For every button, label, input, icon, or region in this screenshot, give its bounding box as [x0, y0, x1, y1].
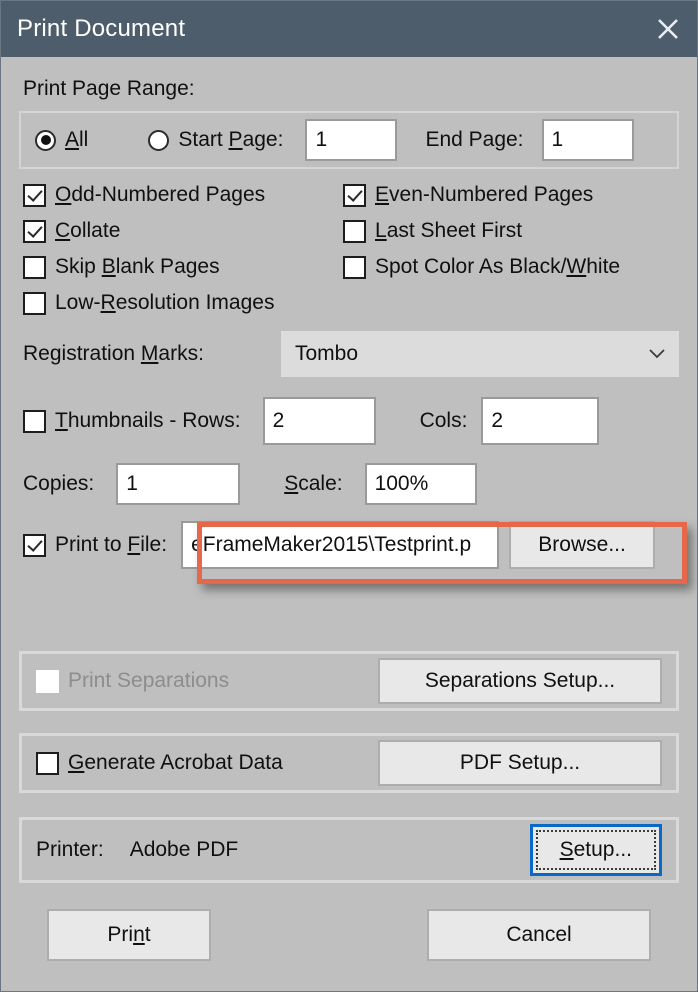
checkbox-acrobat-indicator	[36, 751, 59, 775]
print-options-grid: Odd-Numbered Pages Even-Numbered Pages C…	[19, 183, 679, 315]
checkbox-odd-numbered-pages[interactable]: Odd-Numbered Pages	[23, 183, 343, 207]
checkbox-collate-label: Collate	[55, 219, 121, 242]
acrobat-data-panel: Generate Acrobat Data PDF Setup...	[19, 733, 679, 793]
checkbox-acrobat-label: Generate Acrobat Data	[68, 751, 283, 774]
checkbox-collate-indicator	[23, 219, 46, 243]
checkbox-collate[interactable]: Collate	[23, 219, 343, 243]
printer-setup-label: Setup...	[535, 830, 656, 870]
cancel-button[interactable]: Cancel	[427, 909, 651, 961]
radio-all[interactable]: All	[35, 128, 88, 152]
printer-label: Printer:	[36, 838, 104, 861]
checkbox-even-label: Even-Numbered Pages	[375, 183, 594, 206]
separations-setup-button[interactable]: Separations Setup...	[378, 658, 662, 704]
page-title: Print Document	[17, 15, 186, 42]
registration-marks-value: Tombo	[295, 342, 359, 365]
thumbnails-cols-label: Cols:	[419, 409, 468, 432]
checkbox-print-separations-label: Print Separations	[68, 669, 230, 692]
printer-info: Printer: Adobe PDF	[36, 838, 238, 862]
print-button[interactable]: Pri n t	[47, 909, 211, 961]
thumbnails-cols-input[interactable]: 2	[481, 397, 600, 445]
radio-start-page[interactable]: Start Page:	[148, 128, 283, 152]
checkbox-last-sheet-indicator	[343, 219, 366, 243]
radio-all-indicator	[35, 129, 56, 151]
scale-label: Scale:	[284, 472, 343, 495]
thumbnails-rows-input[interactable]: 2	[262, 397, 376, 445]
close-icon-glyph	[658, 19, 678, 39]
checkbox-last-sheet-first[interactable]: Last Sheet First	[343, 219, 679, 243]
checkbox-thumbnails-label: Thumbnails - Rows:	[55, 409, 241, 432]
dialog-body: Print Page Range: All Start Page: 1 End …	[1, 77, 697, 961]
checkbox-odd-label: Odd-Numbered Pages	[55, 183, 266, 206]
checkbox-low-res-label: Low-Resolution Images	[55, 291, 275, 314]
printer-name: Adobe PDF	[129, 838, 239, 861]
copies-scale-row: Copies: 1 Scale: 100%	[19, 463, 679, 505]
checkbox-spot-color[interactable]: Spot Color As Black/White	[343, 255, 679, 279]
scale-input[interactable]: 100%	[364, 463, 477, 505]
printer-setup-button[interactable]: Setup...	[529, 824, 662, 876]
checkbox-low-resolution-images[interactable]: Low-Resolution Images	[23, 291, 343, 315]
copies-label: Copies:	[23, 472, 95, 495]
checkbox-even-indicator	[343, 183, 366, 207]
printer-panel: Printer: Adobe PDF Setup...	[19, 817, 679, 883]
print-to-file-row: Print to File: eFrameMaker2015\Testprint…	[19, 521, 679, 569]
checkbox-skip-blank-label: Skip Blank Pages	[55, 255, 220, 278]
title-bar: Print Document	[1, 1, 697, 57]
thumbnails-row: Thumbnails - Rows: 2 Cols: 2	[19, 397, 679, 445]
checkbox-thumbnails[interactable]: Thumbnails - Rows:	[23, 409, 241, 433]
checkbox-print-to-file[interactable]: Print to File:	[23, 533, 167, 557]
checkbox-skip-blank-indicator	[23, 255, 46, 279]
chevron-down-icon	[649, 349, 665, 359]
registration-marks-label: Registration Marks:	[23, 342, 204, 365]
checkbox-odd-indicator	[23, 183, 46, 207]
print-page-range-label: Print Page Range:	[23, 77, 195, 100]
checkbox-low-res-indicator	[23, 291, 46, 315]
radio-all-label: All	[65, 128, 89, 151]
print-separations-panel: Print Separations Separations Setup...	[19, 651, 679, 711]
checkbox-even-numbered-pages[interactable]: Even-Numbered Pages	[343, 183, 679, 207]
close-icon[interactable]	[639, 1, 697, 57]
checkbox-print-separations: Print Separations	[36, 669, 229, 693]
footer-buttons: Pri n t Cancel	[19, 909, 679, 961]
radio-start-page-indicator	[148, 129, 170, 151]
checkbox-print-to-file-label: Print to File:	[55, 533, 168, 556]
checkbox-skip-blank-pages[interactable]: Skip Blank Pages	[23, 255, 343, 279]
checkbox-spot-color-label: Spot Color As Black/White	[375, 255, 621, 278]
registration-marks-select[interactable]: Tombo	[281, 331, 679, 377]
browse-button[interactable]: Browse...	[509, 521, 656, 569]
checkbox-thumbnails-indicator	[23, 409, 46, 433]
pdf-setup-button[interactable]: PDF Setup...	[378, 740, 662, 786]
checkbox-generate-acrobat-data[interactable]: Generate Acrobat Data	[36, 751, 283, 775]
end-page-label: End Page:	[425, 128, 524, 151]
radio-start-page-label: Start Page:	[178, 128, 284, 151]
copies-input[interactable]: 1	[116, 463, 241, 505]
checkbox-print-separations-indicator	[36, 669, 59, 693]
print-to-file-path-input[interactable]: eFrameMaker2015\Testprint.p	[181, 521, 500, 569]
end-page-input[interactable]: 1	[541, 119, 634, 161]
page-range-group: All Start Page: 1 End Page: 1	[19, 111, 679, 169]
checkbox-last-sheet-label: Last Sheet First	[375, 219, 523, 242]
registration-marks-row: Registration Marks: Tombo	[19, 331, 679, 377]
checkbox-print-to-file-indicator	[23, 533, 46, 557]
start-page-input[interactable]: 1	[305, 119, 398, 161]
print-document-dialog: Print Document Print Page Range: All Sta…	[0, 0, 698, 992]
checkbox-spot-color-indicator	[343, 255, 366, 279]
